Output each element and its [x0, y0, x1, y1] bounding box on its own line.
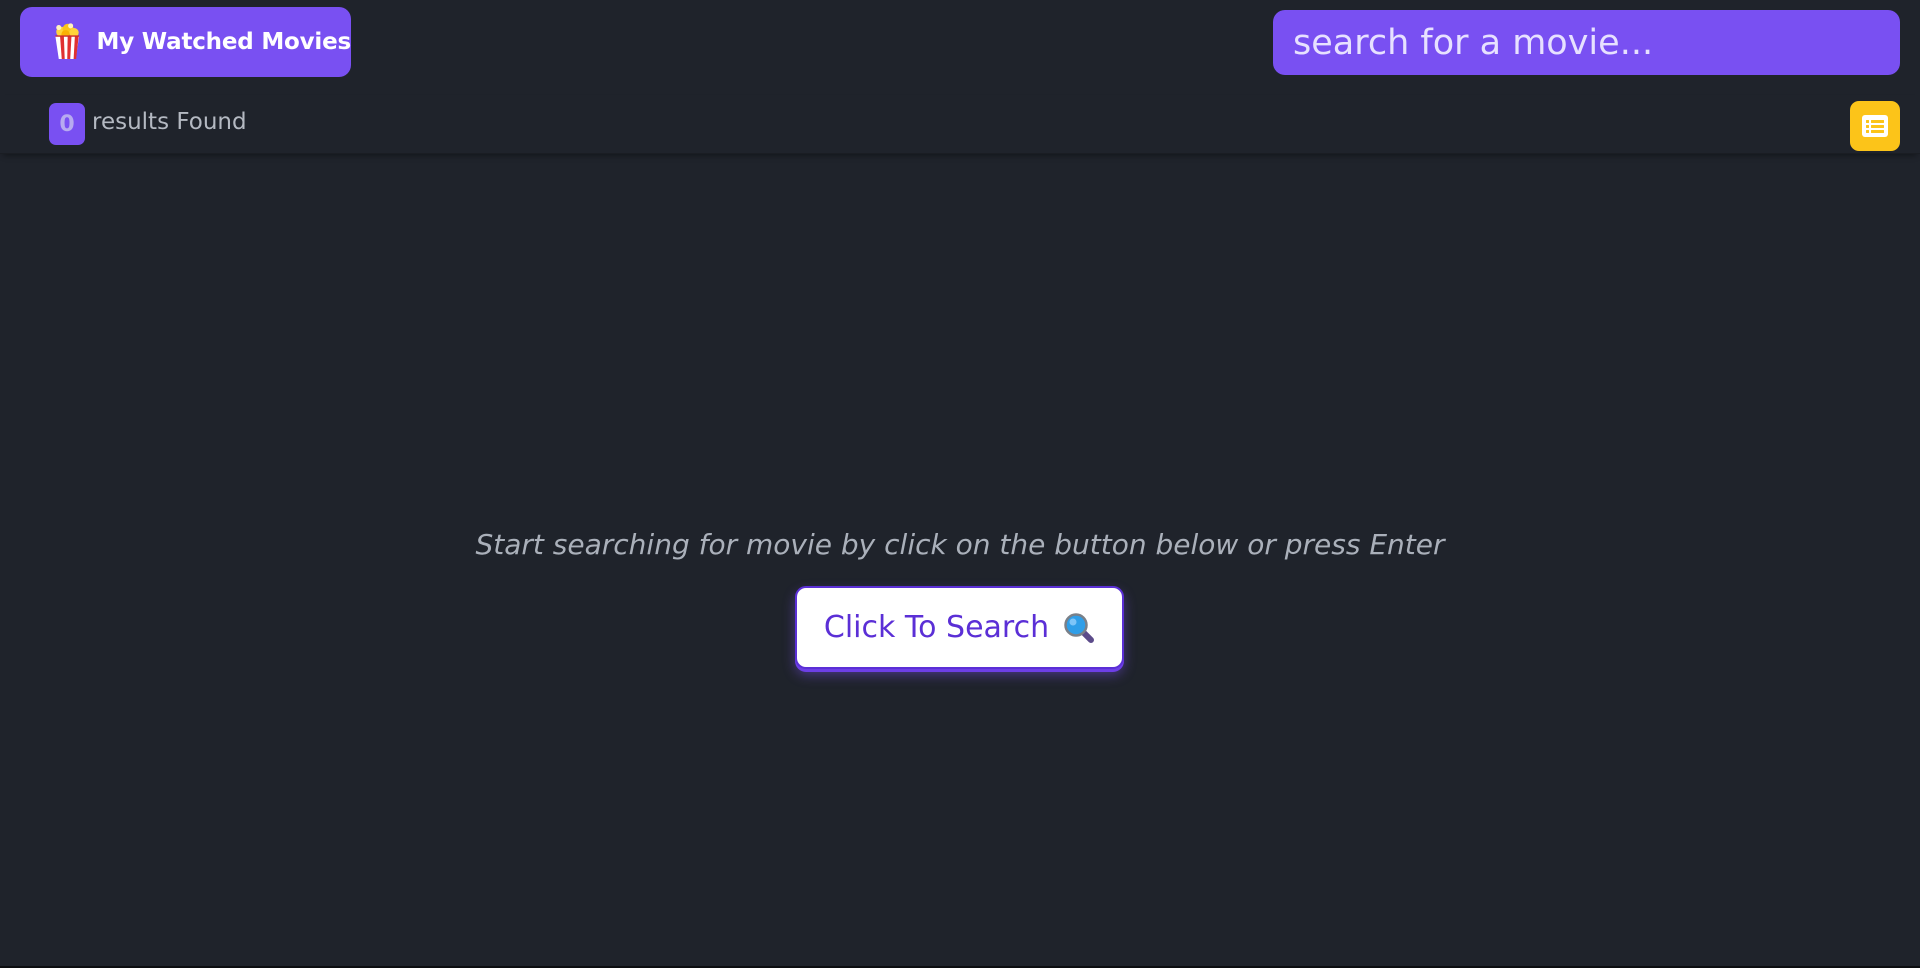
app-page: My Watched Movies 0 results Found Start …	[0, 0, 1920, 968]
search-button-label: Click To Search	[823, 610, 1050, 645]
results-label: results Found	[92, 109, 247, 135]
app-title: My Watched Movies	[96, 29, 352, 55]
click-to-search-button[interactable]: Click To Search	[795, 586, 1124, 669]
movie-search-input[interactable]	[1273, 10, 1900, 75]
magnifier-icon	[1064, 612, 1095, 643]
results-count-badge: 0	[49, 103, 85, 145]
watched-list-button[interactable]	[1850, 101, 1900, 151]
popcorn-icon	[55, 23, 80, 59]
results-bar: 0 results Found	[0, 95, 1920, 154]
search-hint: Start searching for movie by click on th…	[475, 528, 1445, 561]
app-logo[interactable]: My Watched Movies	[20, 7, 351, 77]
list-icon	[1862, 115, 1888, 137]
